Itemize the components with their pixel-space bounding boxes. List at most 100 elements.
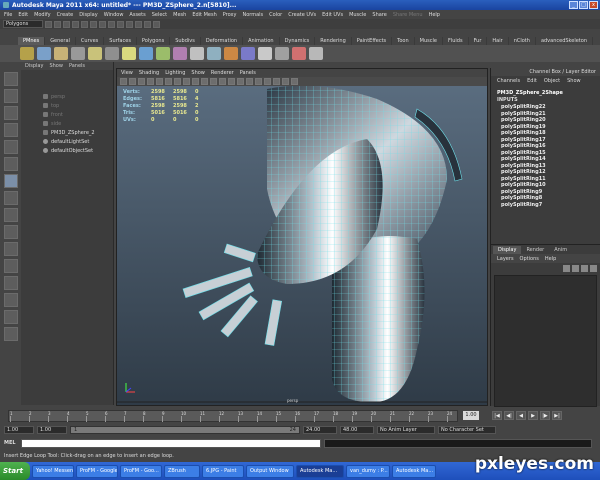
film-gate-icon[interactable] [156,78,163,85]
viewport-menu-lighting[interactable]: Lighting [165,70,185,76]
channel-box-menu-edit[interactable]: Edit [527,78,537,84]
menu-proxy[interactable]: Proxy [223,12,237,18]
input-node-item[interactable]: polySplitRing7 [501,202,600,209]
lasso-tool-icon[interactable] [3,89,18,103]
layer-list-area[interactable] [494,275,597,407]
shelf-tab-ncloth[interactable]: nCloth [509,36,536,45]
menu-help[interactable]: Help [429,12,440,18]
taskbar-item[interactable]: Yahoo! Messen... [32,464,74,478]
menu-color[interactable]: Color [269,12,282,18]
select-component-icon[interactable] [90,20,97,28]
layer-menu-options[interactable]: Options [520,256,539,262]
shelf-tool-icon[interactable] [122,47,136,60]
select-hierarchy-icon[interactable] [72,20,79,28]
safe-action-icon[interactable] [192,78,199,85]
ipr-render-icon[interactable] [144,20,151,28]
wireframe-icon[interactable] [210,78,217,85]
shelf-tool-icon[interactable] [190,47,204,60]
taskbar-item-active[interactable]: Autodesk Ma... [296,464,344,478]
textured-icon[interactable] [237,78,244,85]
layer-tab-render[interactable]: Render [521,246,549,254]
image-plane-icon[interactable] [138,78,145,85]
new-layer-from-selection-icon[interactable] [590,264,597,272]
shelf-tab-general[interactable]: General [45,36,76,45]
go-to-end-button[interactable]: ▶| [552,411,562,420]
menu-mesh[interactable]: Mesh [173,12,186,18]
snap-curve-icon[interactable] [108,20,115,28]
outliner-item-top[interactable]: top [21,101,113,110]
outliner-item-light-set[interactable]: defaultLightSet [21,137,113,146]
playback-end-field[interactable]: 24.00 [303,426,337,434]
shelf-tab-advancedskeleton[interactable]: advancedSkeleton [536,36,593,45]
shelf-tool-icon[interactable] [258,47,272,60]
shelf-tab-muscle[interactable]: Muscle [415,36,443,45]
render-current-icon[interactable] [135,20,142,28]
shelf-tool-icon[interactable] [37,47,51,60]
current-frame-field[interactable]: 1.00 [463,411,479,420]
channel-box-menu-object[interactable]: Object [544,78,560,84]
channel-box-menu-channels[interactable]: Channels [497,78,520,84]
anim-layer-dropdown[interactable]: No Anim Layer [377,426,435,434]
shelf-tool-icon[interactable] [241,47,255,60]
taskbar-item[interactable]: van_dumy : P... [346,464,390,478]
animation-end-field[interactable]: 48.00 [340,426,374,434]
menu-muscle[interactable]: Muscle [349,12,366,18]
shelf-tool-icon[interactable] [173,47,187,60]
outliner-item-side[interactable]: side [21,119,113,128]
shelf-tool-icon[interactable] [309,47,323,60]
save-scene-icon[interactable] [63,20,70,28]
layer-menu-layers[interactable]: Layers [497,256,514,262]
step-back-key-button[interactable]: ◀| [504,411,514,420]
open-scene-icon[interactable] [54,20,61,28]
shelf-tab-animation[interactable]: Animation [243,36,280,45]
wireframe-on-shaded-icon[interactable] [228,78,235,85]
layer-tab-anim[interactable]: Anim [549,246,572,254]
range-bar[interactable]: 1 24 [70,426,300,434]
mel-label[interactable]: MEL [4,440,18,446]
maximize-button[interactable]: □ [579,1,588,9]
smooth-shade-icon[interactable] [219,78,226,85]
select-object-icon[interactable] [81,20,88,28]
paint-select-tool-icon[interactable] [3,106,18,120]
snap-point-icon[interactable] [117,20,124,28]
shelf-tab-painteffects[interactable]: PaintEffects [352,36,393,45]
layer-menu-help[interactable]: Help [545,256,556,262]
outliner-menu-panels[interactable]: Panels [69,63,85,69]
shelf-tab-toon[interactable]: Toon [392,36,415,45]
menu-edit[interactable]: Edit [18,12,28,18]
outliner-item-mesh[interactable]: PM3D_ZSphere_2 [21,128,113,137]
menu-select[interactable]: Select [152,12,167,18]
shelf-tab-hair[interactable]: Hair [487,36,509,45]
render-view-icon[interactable] [126,20,133,28]
time-slider-track[interactable]: 1 2 3 4 5 6 7 8 9 10 11 12 13 14 15 16 1… [8,410,458,422]
move-layer-up-icon[interactable] [563,264,570,272]
shelf-tab-polygons[interactable]: Polygons [137,36,171,45]
start-button[interactable]: Start [0,462,30,480]
shelf-tab-fluids[interactable]: Fluids [443,36,469,45]
layout-hypershade-icon[interactable] [3,293,18,307]
layout-single-icon[interactable] [3,225,18,239]
taskbar-item[interactable]: Autodesk Ma... [392,464,436,478]
menu-modify[interactable]: Modify [34,12,51,18]
snap-grid-icon[interactable] [99,20,106,28]
move-layer-down-icon[interactable] [572,264,579,272]
outliner-item-persp[interactable]: persp [21,92,113,101]
mel-input[interactable] [21,438,321,448]
insert-edge-loop-tool-icon[interactable] [3,174,18,188]
menu-share[interactable]: Share [372,12,386,18]
new-empty-layer-icon[interactable] [581,264,588,272]
selected-node-name[interactable]: PM3D_ZSphere_2Shape [491,90,600,96]
play-forwards-button[interactable]: ▶ [528,411,538,420]
shelf-tab-dynamics[interactable]: Dynamics [280,36,316,45]
layout-four-icon[interactable] [3,242,18,256]
layout-persp-outliner-icon[interactable] [3,259,18,273]
safe-title-icon[interactable] [201,78,208,85]
xray-icon[interactable] [264,78,271,85]
shelf-tab-deformation[interactable]: Deformation [201,36,244,45]
isolate-select-icon[interactable] [282,78,289,85]
shadows-icon[interactable] [255,78,262,85]
last-tool-icon[interactable] [3,208,18,222]
taskbar-item[interactable]: ProFM - Google... [76,464,118,478]
minimize-button[interactable]: _ [569,1,578,9]
outliner-item-front[interactable]: front [21,110,113,119]
